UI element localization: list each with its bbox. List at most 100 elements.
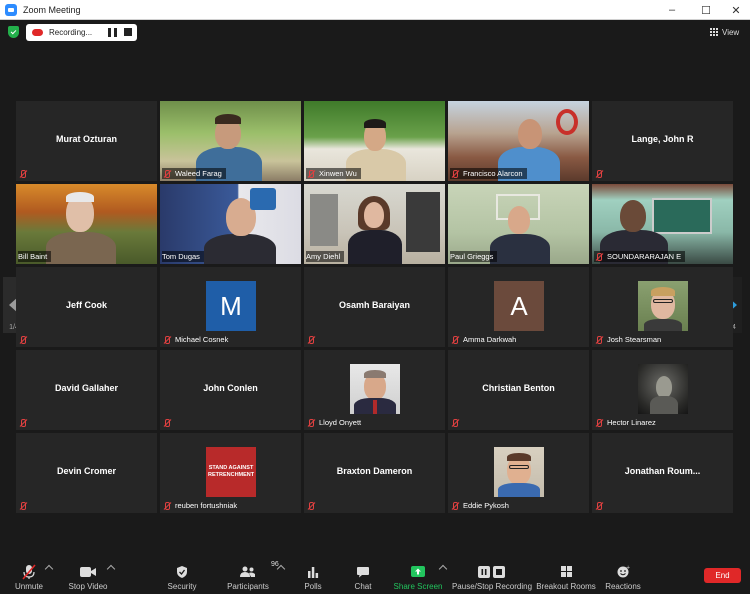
close-button[interactable]: ✕ [718, 0, 750, 20]
poster-text: STAND AGAINST RETRENCHMENT [208, 465, 255, 478]
video-camera-icon [79, 563, 97, 580]
unmute-button[interactable]: Unmute [12, 558, 46, 594]
participant-tile[interactable]: Braxton Dameron [304, 433, 445, 513]
participant-nameplate [162, 417, 179, 428]
recording-label: Recording... [49, 28, 93, 37]
participant-tile[interactable]: Eddie Pykosh [448, 433, 589, 513]
participants-button[interactable]: 96 Participants [226, 558, 279, 594]
participant-avatar-photo [494, 447, 544, 497]
polls-button[interactable]: Polls [300, 558, 326, 594]
muted-mic-icon [450, 335, 460, 345]
pause-stop-recording-icon [477, 563, 507, 580]
minimize-button[interactable]: – [654, 0, 690, 20]
participant-nameplate [18, 334, 35, 345]
participant-name: Hector Linarez [607, 418, 656, 427]
participant-tile[interactable]: Josh Stearsman [592, 267, 733, 347]
participant-name: Michael Cosnek [175, 335, 229, 344]
participant-nameplate: Amma Darkwah [450, 334, 520, 345]
participant-tile[interactable]: Bill Baint [16, 184, 157, 264]
participant-nameplate [594, 168, 611, 179]
participant-nameplate: Amy Diehl [306, 251, 345, 262]
participant-display-name: Murat Ozturan [55, 134, 117, 144]
participant-tile[interactable]: M Michael Cosnek [160, 267, 301, 347]
participant-tile[interactable]: Osamh Baraiyan [304, 267, 445, 347]
participant-display-name: Osamh Baraiyan [338, 300, 411, 310]
participant-nameplate [18, 500, 35, 511]
participant-tile[interactable]: Paul Grieggs [448, 184, 589, 264]
view-label: View [722, 27, 740, 37]
participant-tile-active-speaker[interactable]: Amy Diehl [304, 184, 445, 264]
breakout-rooms-label: Breakout Rooms [536, 582, 596, 591]
participant-nameplate: Michael Cosnek [162, 334, 232, 345]
participant-nameplate [306, 334, 323, 345]
pause-recording-icon[interactable] [108, 28, 117, 37]
participant-tile[interactable]: Murat Ozturan [16, 101, 157, 181]
participant-name: Josh Stearsman [607, 335, 662, 344]
chat-label: Chat [354, 582, 372, 591]
participant-display-name: Jeff Cook [65, 300, 107, 310]
stop-video-button[interactable]: Stop Video [66, 558, 110, 594]
participant-tile[interactable]: Francisco Alarcon [448, 101, 589, 181]
audio-options-caret-icon[interactable] [44, 564, 54, 574]
participant-tile[interactable]: Hector Linarez [592, 350, 733, 430]
participant-nameplate: Tom Dugas [162, 251, 204, 262]
end-meeting-button[interactable]: End [704, 568, 741, 583]
participant-tile[interactable]: Christian Benton [448, 350, 589, 430]
mic-muted-icon [22, 563, 36, 580]
participants-icon: 96 [239, 561, 279, 580]
gallery-view: Murat Ozturan Waleed Farag Xinwen Wu Fra… [16, 101, 734, 513]
view-button[interactable]: View [710, 25, 739, 39]
recording-indicator: Recording... [26, 24, 137, 41]
breakout-rooms-button[interactable]: Breakout Rooms [536, 558, 596, 594]
cloud-recording-icon [32, 29, 43, 36]
zoom-app-icon [5, 3, 17, 16]
participant-display-name: Lange, John R [631, 134, 694, 144]
participant-name: Bill Baint [18, 252, 48, 261]
pause-stop-recording-button[interactable]: Pause/Stop Recording [452, 558, 532, 594]
participant-nameplate [18, 417, 35, 428]
participant-display-name: Devin Cromer [56, 466, 117, 476]
participant-tile[interactable]: Jeff Cook [16, 267, 157, 347]
participant-tile[interactable]: SOUNDARARAJAN E [592, 184, 733, 264]
participant-name: Tom Dugas [162, 252, 200, 261]
participant-nameplate: Lloyd Onyett [306, 417, 365, 428]
participant-tile[interactable]: John Conlen [160, 350, 301, 430]
encryption-shield-icon[interactable] [8, 26, 19, 38]
share-screen-button[interactable]: Share Screen [394, 558, 442, 594]
muted-mic-icon [18, 335, 28, 345]
participant-nameplate [594, 500, 611, 511]
participant-tile[interactable]: Jonathan Roum... [592, 433, 733, 513]
muted-mic-icon [18, 501, 28, 511]
muted-mic-icon [594, 501, 604, 511]
security-button[interactable]: Security [164, 558, 200, 594]
participant-name: reuben fortushniak [175, 501, 238, 510]
participant-tile[interactable]: Waleed Farag [160, 101, 301, 181]
participant-tile[interactable]: Lloyd Onyett [304, 350, 445, 430]
muted-mic-icon [162, 418, 172, 428]
participant-tile[interactable]: Xinwen Wu [304, 101, 445, 181]
participant-avatar-photo [638, 281, 688, 331]
participant-nameplate: Paul Grieggs [450, 251, 498, 262]
window-title: Zoom Meeting [23, 4, 81, 15]
polls-bar-chart-icon [307, 563, 319, 580]
reactions-button[interactable]: + Reactions [604, 558, 642, 594]
participant-tile[interactable]: STAND AGAINST RETRENCHMENT reuben fortus… [160, 433, 301, 513]
chat-button[interactable]: Chat [350, 558, 376, 594]
participant-tile[interactable]: Devin Cromer [16, 433, 157, 513]
participant-name: Xinwen Wu [319, 169, 357, 178]
muted-mic-icon [594, 418, 604, 428]
participants-options-caret-icon[interactable] [276, 564, 286, 574]
participant-tile[interactable]: Lange, John R [592, 101, 733, 181]
muted-mic-icon [306, 418, 316, 428]
participant-tile[interactable]: A Amma Darkwah [448, 267, 589, 347]
participant-nameplate [306, 500, 323, 511]
participant-avatar-photo [350, 364, 400, 414]
participant-tile[interactable]: David Gallaher [16, 350, 157, 430]
participant-name: Waleed Farag [175, 169, 222, 178]
stop-recording-icon[interactable] [124, 28, 132, 36]
participant-tile[interactable]: Tom Dugas [160, 184, 301, 264]
participant-avatar-poster: STAND AGAINST RETRENCHMENT [206, 447, 256, 497]
participant-avatar: M [206, 281, 256, 331]
participant-avatar: A [494, 281, 544, 331]
pause-stop-recording-label: Pause/Stop Recording [451, 582, 533, 591]
